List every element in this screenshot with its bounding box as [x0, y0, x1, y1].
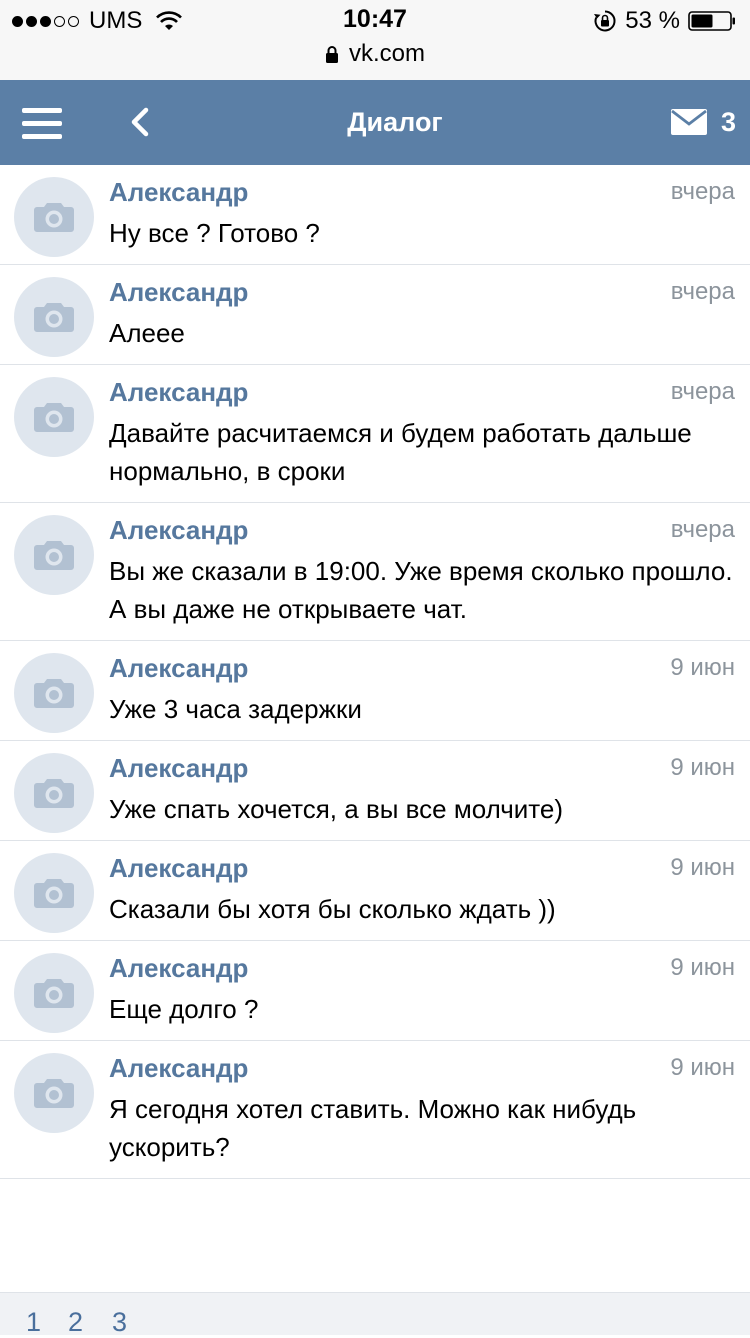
camera-icon	[34, 679, 74, 708]
message-body: Александр Я сегодня хотел ставить. Можно…	[109, 1051, 736, 1166]
camera-icon	[34, 303, 74, 332]
mail-icon	[670, 109, 707, 135]
rotation-lock-icon	[594, 10, 616, 32]
message-item[interactable]: вчера Александр Вы же сказали в 19:00. У…	[0, 503, 750, 641]
camera-icon	[34, 979, 74, 1008]
camera-icon	[34, 879, 74, 908]
sender-name[interactable]: Александр	[109, 375, 736, 409]
message-date: 9 июн	[670, 754, 735, 781]
camera-icon	[34, 1079, 74, 1108]
message-date: 9 июн	[670, 654, 735, 681]
page-link-1[interactable]: 1	[26, 1307, 41, 1338]
url-bar[interactable]: vk.com	[0, 40, 750, 68]
avatar[interactable]	[14, 853, 94, 933]
sender-name[interactable]: Александр	[109, 851, 736, 885]
battery-percent: 53 %	[625, 7, 680, 34]
back-arrow-icon[interactable]	[128, 106, 152, 138]
messages-button[interactable]: 3	[670, 106, 736, 138]
avatar[interactable]	[14, 953, 94, 1033]
message-text: Уже 3 часа задержки	[109, 694, 362, 724]
message-text: Алеее	[109, 318, 185, 348]
message-body: Александр Алеее	[109, 275, 736, 352]
message-date: вчера	[670, 516, 735, 543]
message-item[interactable]: вчера Александр Алеее	[0, 265, 750, 365]
sender-name[interactable]: Александр	[109, 1051, 736, 1085]
camera-icon	[34, 403, 74, 432]
message-body: Александр Уже 3 часа задержки	[109, 651, 736, 728]
page-link-3[interactable]: 3	[112, 1307, 127, 1338]
app-header: Диалог 3	[0, 80, 750, 165]
message-date: вчера	[670, 378, 735, 405]
message-date: вчера	[670, 278, 735, 305]
page-url: vk.com	[348, 40, 425, 67]
avatar[interactable]	[14, 753, 94, 833]
message-item[interactable]: вчера Александр Ну все ? Готово ?	[0, 165, 750, 265]
page-link-2[interactable]: 2	[68, 1307, 83, 1338]
message-body: Александр Уже спать хочется, а вы все мо…	[109, 751, 736, 828]
message-text: Еще долго ?	[109, 994, 259, 1024]
sender-name[interactable]: Александр	[109, 951, 736, 985]
message-date: вчера	[670, 178, 735, 205]
message-item[interactable]: 9 июн Александр Уже спать хочется, а вы …	[0, 741, 750, 841]
avatar[interactable]	[14, 1053, 94, 1133]
message-date: 9 июн	[670, 854, 735, 881]
message-body: Александр Ну все ? Готово ?	[109, 175, 736, 252]
message-text: Я сегодня хотел ставить. Можно как нибуд…	[109, 1094, 637, 1162]
message-list: вчера Александр Ну все ? Готово ? вчера …	[0, 165, 750, 1179]
camera-icon	[34, 541, 74, 570]
sender-name[interactable]: Александр	[109, 513, 736, 547]
avatar[interactable]	[14, 377, 94, 457]
battery-icon	[688, 11, 735, 31]
status-bar: UMS 10:47 vk.com 53 %	[0, 0, 750, 81]
status-right: 53 %	[593, 6, 736, 36]
sender-name[interactable]: Александр	[109, 651, 736, 685]
message-text: Сказали бы хотя бы сколько ждать ))	[109, 894, 556, 924]
message-body: Александр Еще долго ?	[109, 951, 736, 1028]
message-text: Давайте расчитаемся и будем работать дал…	[109, 418, 692, 486]
avatar[interactable]	[14, 177, 94, 257]
menu-icon[interactable]	[22, 102, 64, 142]
avatar[interactable]	[14, 515, 94, 595]
sender-name[interactable]: Александр	[109, 751, 736, 785]
camera-icon	[34, 203, 74, 232]
message-text: Ну все ? Готово ?	[109, 218, 320, 248]
page-title: Диалог	[347, 107, 443, 137]
message-item[interactable]: вчера Александр Давайте расчитаемся и бу…	[0, 365, 750, 503]
message-item[interactable]: 9 июн Александр Уже 3 часа задержки	[0, 641, 750, 741]
message-text: Уже спать хочется, а вы все молчите)	[109, 794, 564, 824]
message-item[interactable]: 9 июн Александр Сказали бы хотя бы сколь…	[0, 841, 750, 941]
camera-icon	[34, 779, 74, 808]
message-text: Вы же сказали в 19:00. Уже время сколько…	[109, 556, 733, 624]
message-body: Александр Давайте расчитаемся и будем ра…	[109, 375, 736, 490]
sender-name[interactable]: Александр	[109, 175, 736, 209]
lock-icon	[325, 46, 338, 63]
message-body: Александр Сказали бы хотя бы сколько жда…	[109, 851, 736, 928]
message-item[interactable]: 9 июн Александр Еще долго ?	[0, 941, 750, 1041]
message-date: 9 июн	[670, 1054, 735, 1081]
avatar[interactable]	[14, 653, 94, 733]
unread-count-badge: 3	[720, 106, 736, 137]
message-body: Александр Вы же сказали в 19:00. Уже вре…	[109, 513, 736, 628]
message-item[interactable]: 9 июн Александр Я сегодня хотел ставить.…	[0, 1041, 750, 1179]
message-date: 9 июн	[670, 954, 735, 981]
avatar[interactable]	[14, 277, 94, 357]
pagination: 1 2 3	[0, 1292, 750, 1338]
sender-name[interactable]: Александр	[109, 275, 736, 309]
